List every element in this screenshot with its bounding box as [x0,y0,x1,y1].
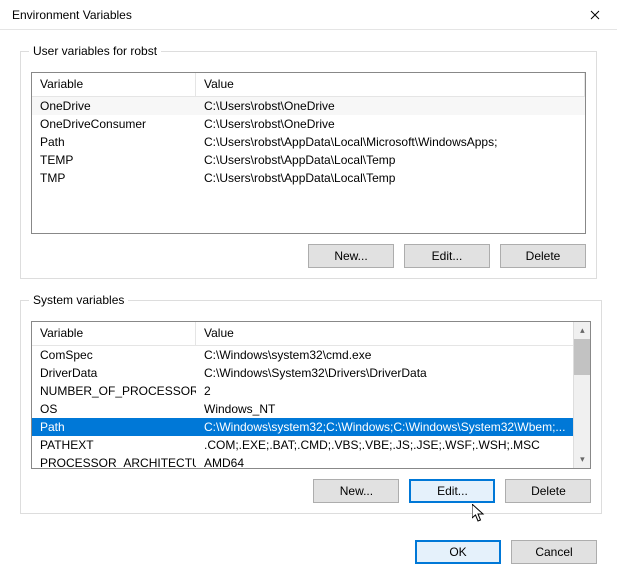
system-header-value[interactable]: Value [196,322,590,345]
system-variables-table[interactable]: Variable Value ComSpec C:\Windows\system… [31,321,591,469]
cell-value: C:\Windows\system32;C:\Windows;C:\Window… [196,420,573,434]
user-buttons: New... Edit... Delete [31,244,586,268]
user-edit-button[interactable]: Edit... [404,244,490,268]
cell-variable: OneDrive [32,99,196,113]
system-variables-legend: System variables [29,293,128,307]
user-new-button[interactable]: New... [308,244,394,268]
system-delete-button[interactable]: Delete [505,479,591,503]
table-row[interactable]: OS Windows_NT [32,400,573,418]
system-table-header: Variable Value [32,322,590,346]
system-header-variable[interactable]: Variable [32,322,196,345]
cell-value: C:\Users\robst\AppData\Local\Temp [196,153,585,167]
table-row[interactable]: Path C:\Windows\system32;C:\Windows;C:\W… [32,418,573,436]
scroll-thumb[interactable] [574,339,590,375]
user-header-value[interactable]: Value [196,73,585,96]
table-row[interactable]: DriverData C:\Windows\System32\Drivers\D… [32,364,573,382]
cell-value: C:\Users\robst\OneDrive [196,117,585,131]
table-row[interactable]: NUMBER_OF_PROCESSORS 2 [32,382,573,400]
table-row[interactable]: TMP C:\Users\robst\AppData\Local\Temp [32,169,585,187]
system-edit-button[interactable]: Edit... [409,479,495,503]
scroll-down-icon[interactable]: ▾ [574,451,590,468]
user-delete-button[interactable]: Delete [500,244,586,268]
table-row[interactable]: OneDrive C:\Users\robst\OneDrive [32,97,585,115]
scroll-up-icon[interactable]: ▴ [574,322,590,339]
cell-variable: OS [32,402,196,416]
user-header-variable[interactable]: Variable [32,73,196,96]
window-title: Environment Variables [12,8,132,22]
close-button[interactable] [572,0,617,30]
table-row[interactable]: OneDriveConsumer C:\Users\robst\OneDrive [32,115,585,133]
cancel-button[interactable]: Cancel [511,540,597,564]
cell-value: C:\Users\robst\AppData\Local\Temp [196,171,585,185]
user-variables-group: User variables for robst Variable Value … [20,44,597,279]
cell-value: C:\Windows\system32\cmd.exe [196,348,573,362]
dialog-buttons: OK Cancel [0,540,617,578]
table-row[interactable]: PATHEXT .COM;.EXE;.BAT;.CMD;.VBS;.VBE;.J… [32,436,573,454]
titlebar: Environment Variables [0,0,617,30]
system-variables-group: System variables Variable Value ComSpec … [20,293,602,514]
cell-value: AMD64 [196,456,573,469]
table-row[interactable]: Path C:\Users\robst\AppData\Local\Micros… [32,133,585,151]
dialog-content: User variables for robst Variable Value … [0,30,617,540]
cell-variable: DriverData [32,366,196,380]
cell-variable: OneDriveConsumer [32,117,196,131]
table-row[interactable]: ComSpec C:\Windows\system32\cmd.exe [32,346,573,364]
cell-variable: Path [32,135,196,149]
table-row[interactable]: PROCESSOR_ARCHITECTURE AMD64 [32,454,573,469]
cell-value: 2 [196,384,573,398]
user-variables-legend: User variables for robst [29,44,161,58]
cell-value: C:\Windows\System32\Drivers\DriverData [196,366,573,380]
system-buttons: New... Edit... Delete [31,479,591,503]
user-table-rows: OneDrive C:\Users\robst\OneDrive OneDriv… [32,97,585,187]
system-table-rows: ComSpec C:\Windows\system32\cmd.exe Driv… [32,346,573,469]
cell-variable: ComSpec [32,348,196,362]
cell-variable: PROCESSOR_ARCHITECTURE [32,456,196,469]
close-icon [590,10,600,20]
cell-variable: Path [32,420,196,434]
table-row[interactable]: TEMP C:\Users\robst\AppData\Local\Temp [32,151,585,169]
cell-variable: TMP [32,171,196,185]
system-new-button[interactable]: New... [313,479,399,503]
cell-value: .COM;.EXE;.BAT;.CMD;.VBS;.VBE;.JS;.JSE;.… [196,438,573,452]
ok-button[interactable]: OK [415,540,501,564]
cell-variable: TEMP [32,153,196,167]
scrollbar[interactable]: ▴ ▾ [573,322,590,468]
cell-value: C:\Users\robst\AppData\Local\Microsoft\W… [196,135,585,149]
cell-value: Windows_NT [196,402,573,416]
cell-variable: PATHEXT [32,438,196,452]
user-table-header: Variable Value [32,73,585,97]
cell-value: C:\Users\robst\OneDrive [196,99,585,113]
cell-variable: NUMBER_OF_PROCESSORS [32,384,196,398]
user-variables-table[interactable]: Variable Value OneDrive C:\Users\robst\O… [31,72,586,234]
